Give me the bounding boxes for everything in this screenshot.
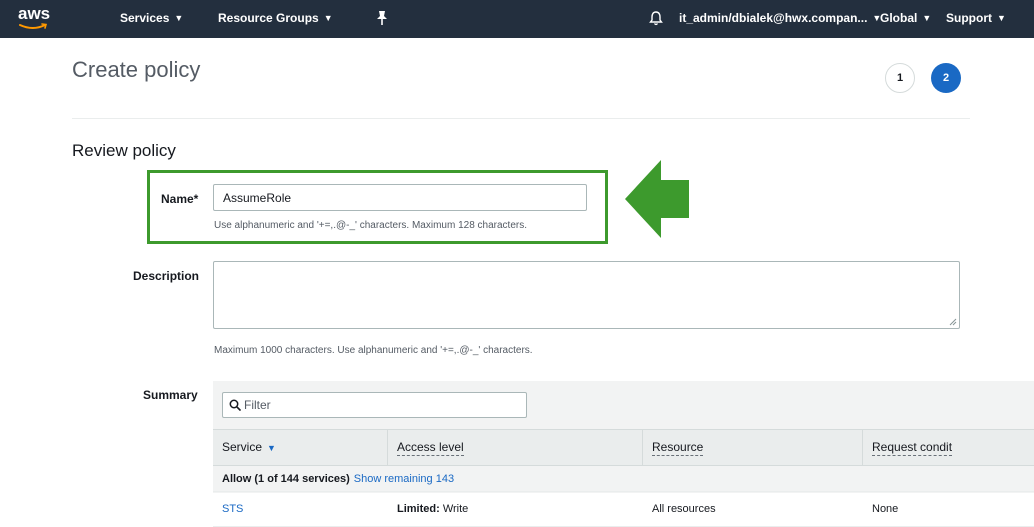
- column-header-request-condition[interactable]: Request condit: [872, 430, 953, 465]
- show-remaining-link[interactable]: Show remaining 143: [354, 473, 454, 485]
- bell-icon[interactable]: [649, 10, 663, 26]
- column-label: Request condit: [872, 440, 953, 456]
- header-divider: [72, 118, 970, 119]
- service-link[interactable]: STS: [222, 503, 243, 515]
- support-label: Support: [946, 11, 992, 25]
- name-label: Name*: [161, 192, 199, 206]
- request-condition-cell: None: [872, 503, 899, 515]
- summary-table: Service ▼ Access level Resource Request c…: [213, 381, 1034, 527]
- name-hint: Use alphanumeric and '+=,.@-_' character…: [214, 220, 527, 231]
- column-label: Access level: [397, 440, 464, 456]
- column-separator: [642, 430, 643, 465]
- column-label: Service: [222, 440, 263, 454]
- chevron-down-icon: ▼: [323, 13, 333, 23]
- page-title: Create policy: [72, 57, 201, 82]
- filter-input[interactable]: [244, 396, 514, 414]
- chevron-down-icon: ▼: [174, 13, 184, 23]
- support-menu[interactable]: Support ▼: [946, 11, 1006, 25]
- column-header-access-level[interactable]: Access level: [397, 430, 464, 465]
- services-menu[interactable]: Services ▼: [120, 11, 183, 25]
- sort-down-icon: ▼: [267, 443, 276, 453]
- top-navigation-bar: aws Services ▼ Resource Groups ▼ it_admin/…: [0, 0, 1034, 38]
- step-2-indicator: 2: [931, 63, 961, 93]
- access-level-type: Limited:: [397, 503, 440, 515]
- column-separator: [862, 430, 863, 465]
- region-menu[interactable]: Global ▼: [880, 11, 931, 25]
- allow-count: Allow (1 of 144 services): [222, 473, 350, 485]
- green-arrow-icon: [625, 160, 689, 238]
- step-1-indicator[interactable]: 1: [885, 63, 915, 93]
- account-menu[interactable]: it_admin/dbialek@hwx.compan... ▼: [679, 11, 881, 25]
- chevron-down-icon: ▼: [922, 13, 932, 23]
- aws-smile-icon: [19, 23, 48, 29]
- aws-logo-text: aws: [18, 4, 51, 23]
- description-label: Description: [133, 269, 200, 283]
- column-header-resource[interactable]: Resource: [652, 430, 704, 465]
- resize-handle-icon[interactable]: [949, 318, 957, 326]
- allow-group-row: Allow (1 of 144 services) Show remaining …: [213, 466, 1034, 492]
- section-title: Review policy: [72, 141, 176, 160]
- account-label: it_admin/dbialek@hwx.compan...: [679, 11, 868, 25]
- table-header: Service ▼ Access level Resource Request c…: [213, 429, 1034, 466]
- resource-groups-menu[interactable]: Resource Groups ▼: [218, 11, 333, 25]
- search-icon: [229, 399, 241, 411]
- filter-box[interactable]: [222, 392, 527, 418]
- access-level-detail: Write: [439, 503, 469, 515]
- column-header-service[interactable]: Service ▼: [222, 430, 276, 465]
- services-label: Services: [120, 11, 170, 25]
- access-level-cell: Limited: Write: [397, 503, 468, 515]
- chevron-down-icon: ▼: [997, 13, 1006, 23]
- column-separator: [387, 430, 388, 465]
- region-label: Global: [880, 11, 918, 25]
- aws-logo[interactable]: aws: [18, 4, 58, 34]
- description-textarea[interactable]: [213, 261, 960, 329]
- resource-groups-label: Resource Groups: [218, 11, 319, 25]
- column-label: Resource: [652, 440, 704, 456]
- description-hint: Maximum 1000 characters. Use alphanumeri…: [214, 345, 533, 356]
- pin-icon[interactable]: [375, 10, 389, 26]
- allow-summary: Allow (1 of 144 services) Show remaining …: [222, 473, 454, 485]
- name-input[interactable]: [213, 184, 587, 211]
- resource-cell: All resources: [652, 503, 716, 515]
- summary-label: Summary: [143, 388, 198, 402]
- table-row: STS Limited: Write All resources None: [213, 493, 1034, 527]
